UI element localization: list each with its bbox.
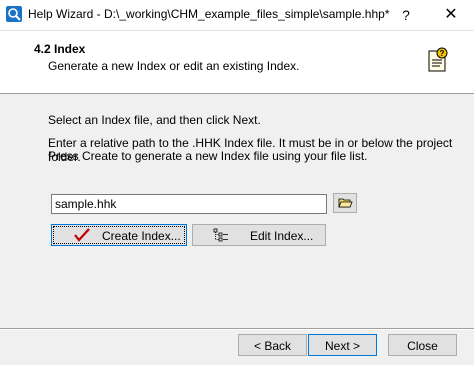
browse-button[interactable] bbox=[333, 193, 357, 213]
wizard-header: 4.2 Index Generate a new Index or edit a… bbox=[0, 31, 474, 94]
instruction-text: Select an Index file, and then click Nex… bbox=[48, 113, 261, 127]
checkmark-icon bbox=[74, 228, 90, 242]
page-subtitle: Generate a new Index or edit an existing… bbox=[48, 59, 300, 73]
index-file-input[interactable] bbox=[51, 194, 327, 214]
help-wizard-app-icon bbox=[6, 6, 22, 22]
footer-divider-highlight bbox=[0, 329, 474, 330]
wizard-document-icon: ? bbox=[426, 47, 450, 73]
svg-text:?: ? bbox=[440, 49, 445, 58]
back-button[interactable]: < Back bbox=[238, 334, 307, 356]
close-label: Close bbox=[407, 339, 438, 353]
window-close-button[interactable]: ✕ bbox=[428, 0, 474, 30]
edit-index-label: Edit Index... bbox=[250, 229, 314, 243]
help-button[interactable]: ? bbox=[383, 0, 429, 30]
create-index-button[interactable]: Create Index... bbox=[51, 224, 187, 246]
close-button[interactable]: Close bbox=[388, 334, 457, 356]
title-bar: Help Wizard - D:\_working\CHM_example_fi… bbox=[0, 0, 474, 31]
description-line-2: Press Create to generate a new Index fil… bbox=[48, 149, 368, 163]
back-label: < Back bbox=[253, 339, 292, 353]
create-index-label: Create Index... bbox=[102, 229, 181, 243]
edit-index-button[interactable]: Edit Index... bbox=[192, 224, 326, 246]
window-title: Help Wizard - D:\_working\CHM_example_fi… bbox=[28, 7, 390, 21]
wizard-content: Select an Index file, and then click Nex… bbox=[0, 94, 474, 328]
index-tree-icon bbox=[213, 228, 228, 242]
next-label: Next > bbox=[324, 339, 360, 353]
next-button[interactable]: Next > bbox=[308, 334, 377, 356]
page-title: 4.2 Index bbox=[34, 42, 86, 56]
open-folder-icon bbox=[338, 198, 353, 208]
